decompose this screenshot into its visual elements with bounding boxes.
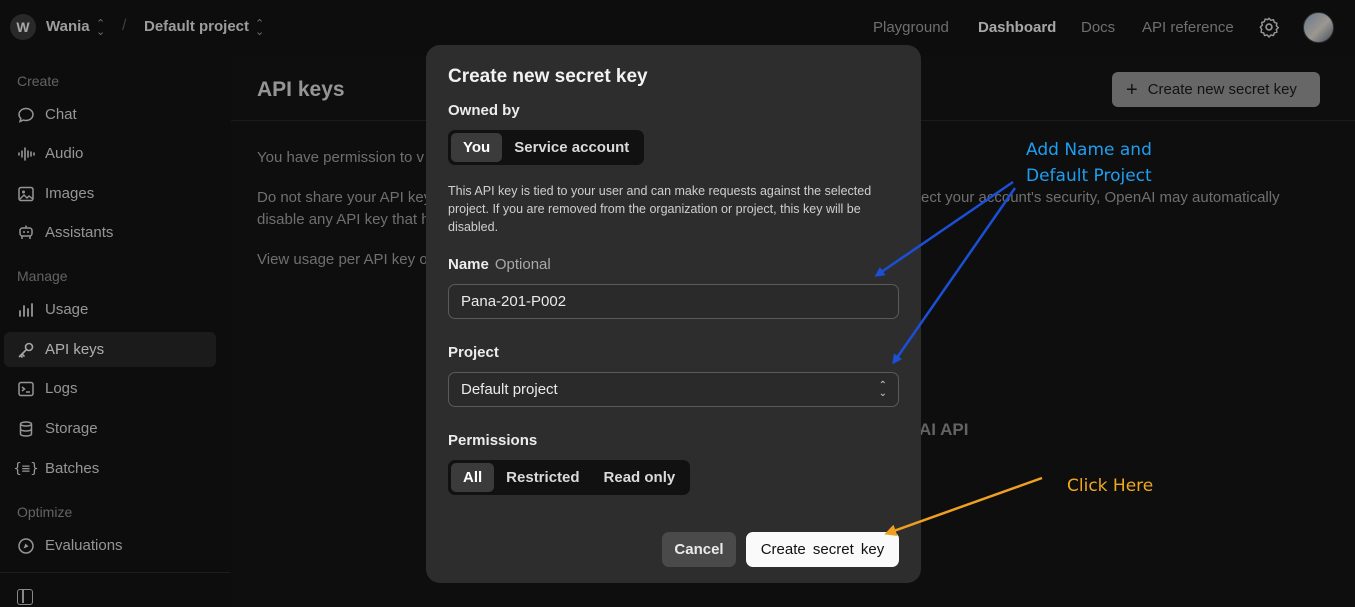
create-secret-key-dialog: Create new secret key Owned by You Servi… bbox=[426, 45, 921, 583]
owner-option-service-account[interactable]: Service account bbox=[502, 133, 641, 162]
optional-hint: Optional bbox=[494, 256, 551, 273]
permission-option-all[interactable]: All bbox=[451, 463, 495, 492]
project-select-value: Default project bbox=[461, 381, 558, 398]
permissions-toggle: All Restricted Read only bbox=[448, 460, 691, 495]
owned-by-toggle: You Service account bbox=[448, 130, 645, 165]
project-select[interactable]: Default project ⌃ ⌄ bbox=[448, 372, 899, 407]
permissions-label: Permissions bbox=[448, 432, 538, 449]
dialog-title: Create new secret key bbox=[448, 66, 648, 87]
annotation-line: Add Name and bbox=[1026, 140, 1152, 160]
name-input[interactable]: Pana-201-P002 bbox=[448, 284, 899, 319]
annotation-add-name: Add Name and Default Project bbox=[1026, 137, 1152, 189]
permission-option-read-only[interactable]: Read only bbox=[592, 463, 688, 492]
annotation-line: Default Project bbox=[1026, 166, 1152, 186]
annotation-click-here: Click Here bbox=[1067, 476, 1154, 496]
owned-by-label: Owned by bbox=[448, 102, 520, 119]
cancel-button[interactable]: Cancel bbox=[662, 532, 736, 567]
chevron-updown-icon: ⌃ ⌄ bbox=[878, 380, 887, 399]
project-label: Project bbox=[448, 344, 499, 361]
permission-option-restricted[interactable]: Restricted bbox=[494, 463, 591, 492]
owner-option-you[interactable]: You bbox=[451, 133, 503, 162]
create-secret-key-button[interactable]: Create secret key bbox=[746, 532, 899, 567]
ownership-description: This API key is tied to your user and ca… bbox=[448, 184, 872, 234]
name-label: Name Optional bbox=[448, 256, 551, 273]
name-label-text: Name bbox=[448, 256, 489, 273]
